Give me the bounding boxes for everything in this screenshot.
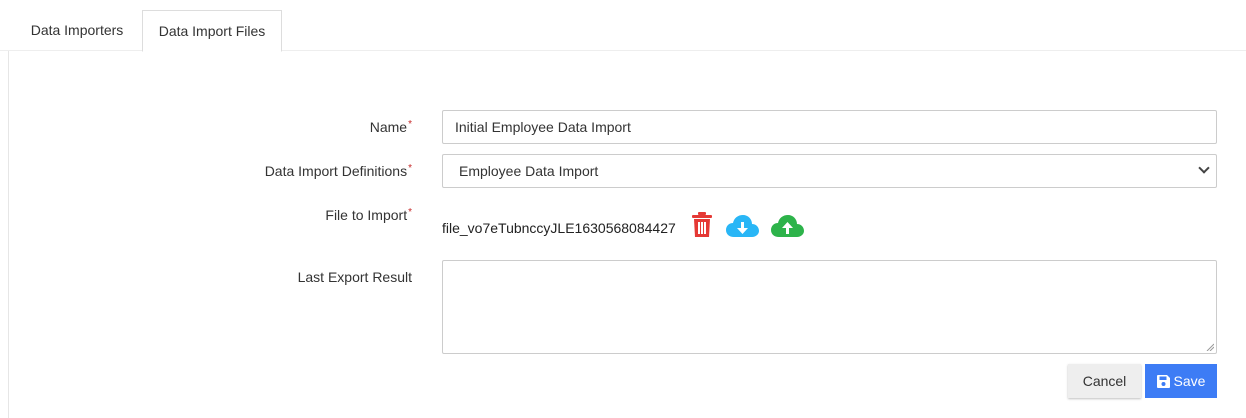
floppy-disk-icon: [1156, 375, 1170, 388]
required-marker: *: [408, 163, 412, 174]
resize-handle-icon[interactable]: [1206, 343, 1214, 351]
name-input[interactable]: Initial Employee Data Import: [442, 110, 1217, 144]
definitions-selected-value: Employee Data Import: [459, 163, 599, 179]
file-name: file_vo7eTubnccyJLE1630568084427: [442, 220, 676, 236]
save-button[interactable]: Save: [1145, 364, 1217, 398]
cloud-download-icon[interactable]: [726, 214, 759, 243]
tab-data-import-files[interactable]: Data Import Files: [142, 10, 282, 52]
last-export-result-textarea[interactable]: [442, 260, 1217, 354]
definitions-select[interactable]: Employee Data Import: [442, 154, 1217, 188]
cancel-button[interactable]: Cancel: [1068, 364, 1141, 398]
tab-bar: Data Importers Data Import Files: [0, 0, 1246, 52]
tab-data-importers[interactable]: Data Importers: [14, 10, 140, 51]
trash-icon[interactable]: [691, 212, 713, 243]
file-label: File to Import*: [325, 207, 412, 223]
definitions-label: Data Import Definitions*: [264, 163, 412, 179]
cloud-upload-icon[interactable]: [771, 214, 804, 243]
save-button-label: Save: [1173, 373, 1206, 389]
last-export-result-label: Last Export Result: [297, 269, 412, 285]
chevron-down-icon: [1198, 162, 1210, 174]
name-label: Name*: [369, 119, 412, 135]
required-marker: *: [408, 207, 412, 218]
required-marker: *: [408, 119, 412, 130]
